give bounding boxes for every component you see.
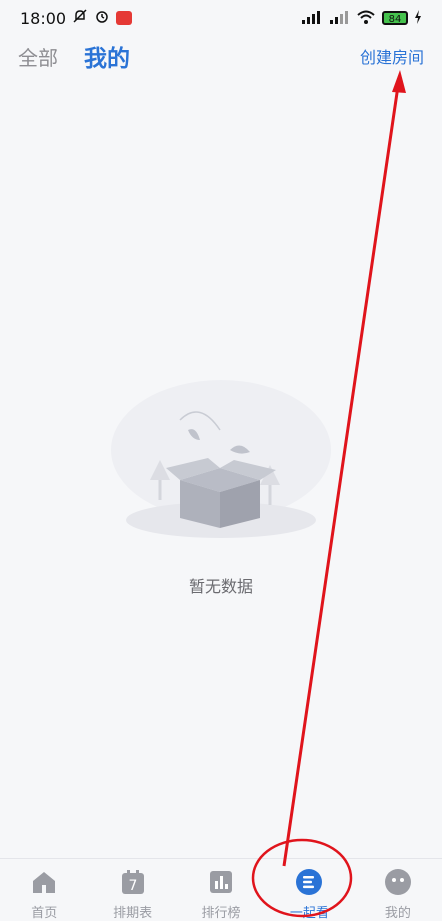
tab-me-label: 我的 — [384, 906, 411, 921]
charging-icon — [414, 9, 422, 27]
calendar-icon: 7 — [118, 867, 148, 896]
status-right: 84 — [300, 9, 422, 27]
bottom-tab-bar: 首页 7 排期表 排行榜 一起看 我的 — [0, 858, 442, 921]
ranking-chart-icon — [206, 867, 236, 896]
status-left: 18:00 — [20, 8, 133, 28]
battery-icon: 84 — [382, 11, 408, 25]
tab-watch-together-label: 一起看 — [289, 906, 329, 921]
calendar-icon-text: 7 — [128, 878, 137, 894]
profile-face-icon — [383, 867, 413, 896]
create-room-button[interactable]: 创建房间 — [360, 44, 424, 68]
status-bar: 18:00 84 — [0, 0, 442, 36]
bell-off-icon — [72, 8, 88, 28]
signal-icon — [328, 10, 350, 27]
tab-home-label: 首页 — [31, 906, 58, 921]
tab-schedule[interactable]: 7 排期表 — [88, 859, 176, 921]
tab-mine[interactable]: 我的 — [84, 39, 130, 73]
tab-me[interactable]: 我的 — [354, 859, 442, 921]
empty-box-icon — [111, 380, 331, 538]
tab-watch-together[interactable]: 一起看 — [265, 859, 353, 921]
app-notification-icon — [116, 11, 133, 25]
alarm-icon — [94, 8, 110, 28]
tab-schedule-label: 排期表 — [113, 906, 153, 921]
status-time: 18:00 — [20, 8, 67, 28]
tab-ranking-label: 排行榜 — [201, 906, 241, 921]
watch-together-icon — [294, 867, 324, 896]
wifi-icon — [356, 10, 376, 27]
tab-home[interactable]: 首页 — [0, 859, 88, 921]
tab-all[interactable]: 全部 — [18, 42, 58, 71]
tab-ranking[interactable]: 排行榜 — [177, 859, 265, 921]
page-header: 全部 我的 创建房间 — [0, 36, 442, 76]
signal-icon — [300, 10, 322, 27]
empty-state-text: 暂无数据 — [188, 577, 253, 596]
home-icon — [29, 867, 59, 896]
